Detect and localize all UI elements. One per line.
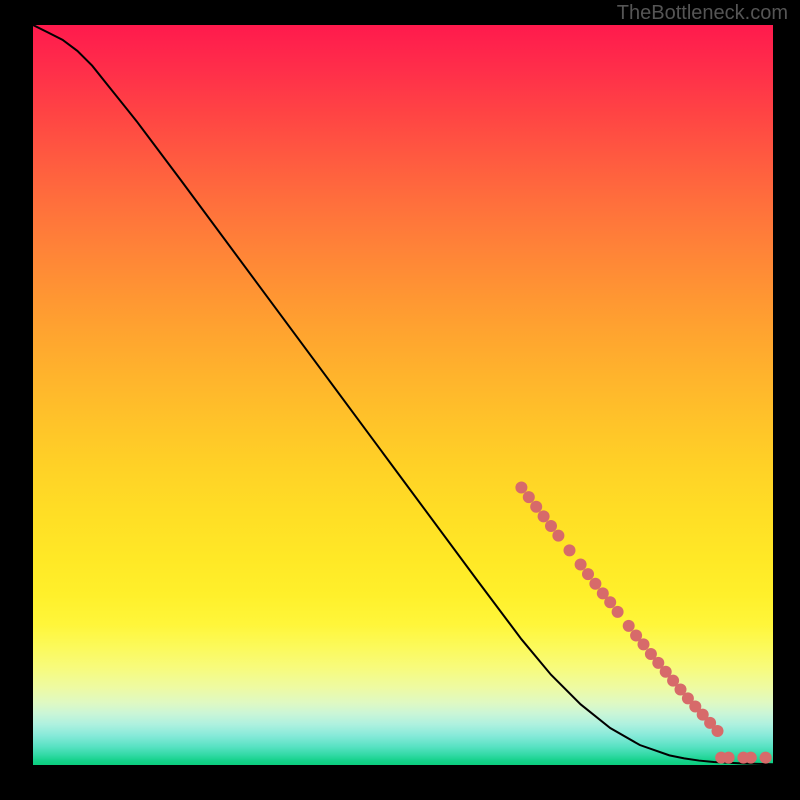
marker-dot: [564, 544, 576, 556]
marker-dot: [604, 596, 616, 608]
marker-dot: [552, 530, 564, 542]
marker-dot: [612, 606, 624, 618]
marker-dot: [715, 752, 727, 764]
marker-dot: [523, 491, 535, 503]
marker-dot: [760, 752, 772, 764]
marker-dot: [530, 501, 542, 513]
watermark-text: TheBottleneck.com: [617, 2, 788, 25]
marker-dot: [697, 709, 709, 721]
marker-dot: [597, 587, 609, 599]
chart-plot-area: [33, 25, 773, 765]
marker-dot: [704, 717, 716, 729]
marker-dot: [737, 752, 749, 764]
marker-dot: [575, 558, 587, 570]
chart-curve: [33, 25, 773, 764]
marker-dot: [660, 666, 672, 678]
marker-dot: [589, 578, 601, 590]
marker-dot: [545, 520, 557, 532]
chart-markers: [515, 482, 771, 764]
marker-dot: [515, 482, 527, 494]
marker-dot: [745, 752, 757, 764]
chart-svg: [33, 25, 773, 765]
marker-dot: [623, 620, 635, 632]
marker-dot: [712, 725, 724, 737]
marker-dot: [582, 568, 594, 580]
marker-dot: [630, 630, 642, 642]
marker-dot: [689, 701, 701, 713]
marker-dot: [682, 692, 694, 704]
marker-dot: [645, 648, 657, 660]
marker-dot: [652, 657, 664, 669]
marker-dot: [667, 675, 679, 687]
marker-dot: [675, 684, 687, 696]
marker-dot: [538, 510, 550, 522]
marker-dot: [723, 752, 735, 764]
marker-dot: [638, 638, 650, 650]
